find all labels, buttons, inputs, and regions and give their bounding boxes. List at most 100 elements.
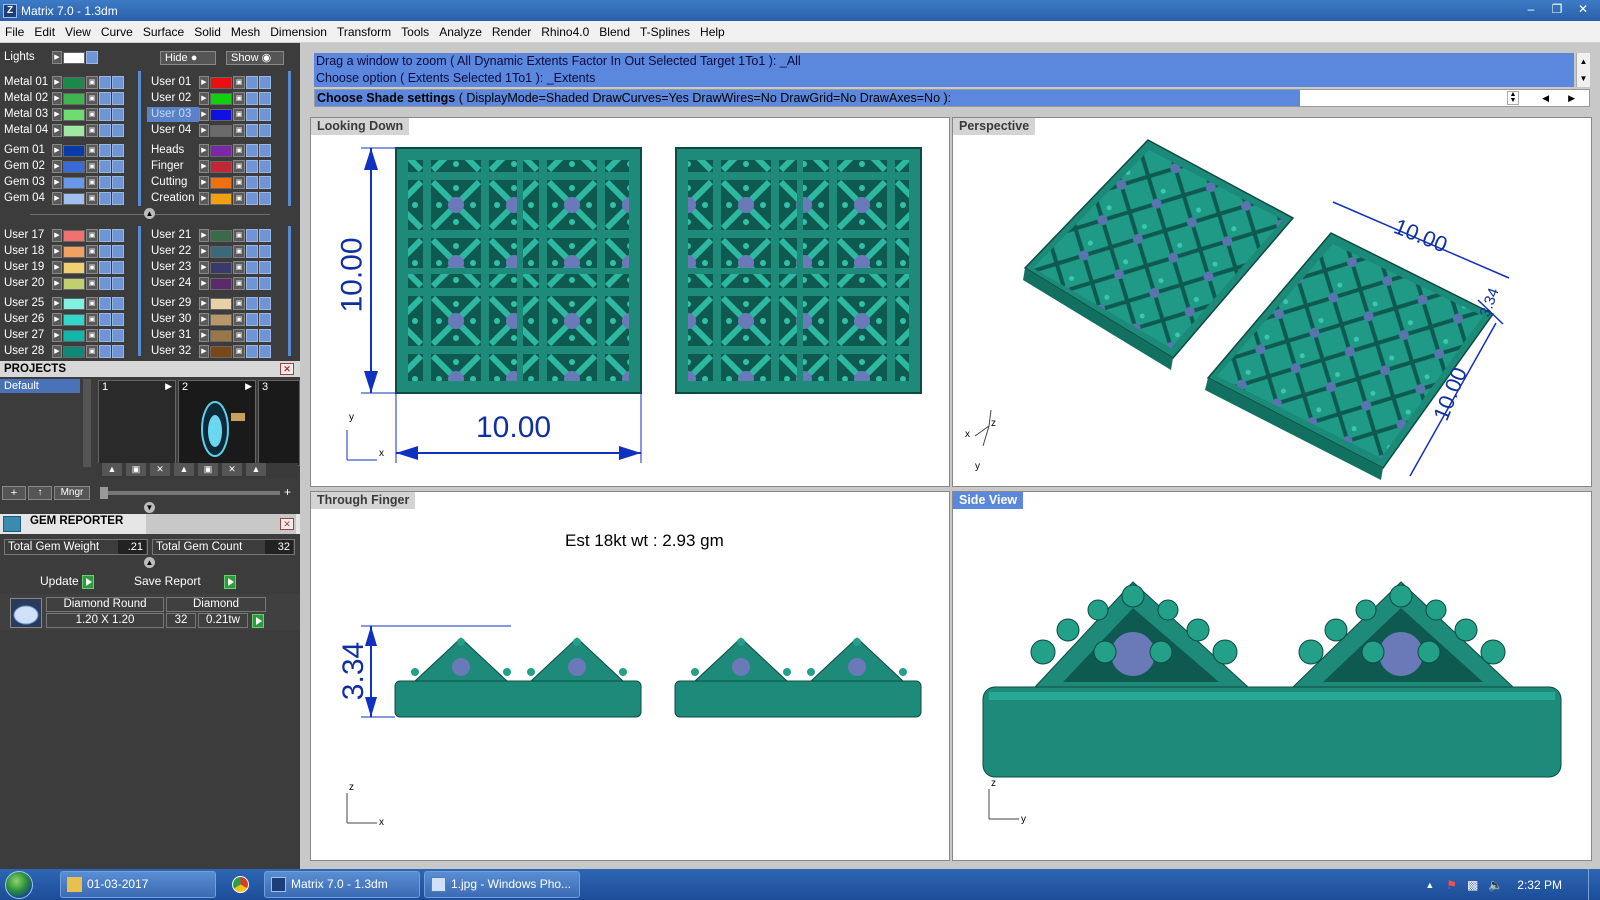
layer-lock-icon[interactable]: ▣	[86, 261, 98, 274]
menu-analyze[interactable]: Analyze	[434, 25, 487, 39]
layer-arrow-icon[interactable]: ▶	[199, 92, 209, 105]
layer-render-icon[interactable]	[259, 261, 271, 274]
layer-row-user-26[interactable]: User 26 ▶ ▣	[0, 312, 125, 327]
layer-row-metal-04[interactable]: Metal 04 ▶ ▣	[0, 123, 125, 138]
taskbar-item-matrix[interactable]: Matrix 7.0 - 1.3dm	[264, 871, 420, 898]
layer-arrow-icon[interactable]: ▶	[52, 76, 62, 89]
layer-row-user-27[interactable]: User 27 ▶ ▣	[0, 328, 125, 343]
collapse-projects-icon[interactable]: ▼	[144, 502, 155, 513]
layer-lock-icon[interactable]: ▣	[86, 229, 98, 242]
layer-row-user-04[interactable]: User 04 ▶ ▣	[147, 123, 272, 138]
layer-render-icon[interactable]	[112, 176, 124, 189]
layer-visibility-icon[interactable]	[99, 277, 111, 290]
layer-name[interactable]: Gem 03	[0, 175, 52, 190]
layer-name[interactable]: User 31	[147, 328, 199, 343]
layer-row-user-24[interactable]: User 24 ▶ ▣	[147, 276, 272, 291]
layer-render-icon[interactable]	[112, 277, 124, 290]
layer-render-icon[interactable]	[112, 108, 124, 121]
layer-color-swatch[interactable]	[63, 261, 85, 274]
minimize-button[interactable]: –	[1518, 0, 1544, 18]
layer-arrow-icon[interactable]: ▶	[52, 144, 62, 157]
layer-arrow-icon[interactable]: ▶	[199, 297, 209, 310]
slot2-save-icon[interactable]: ▣	[198, 463, 218, 476]
layer-arrow-icon[interactable]: ▶	[199, 108, 209, 121]
layer-row-user-21[interactable]: User 21 ▶ ▣	[147, 228, 272, 243]
layer-visibility-icon[interactable]	[246, 277, 258, 290]
layer-lock-icon[interactable]: ▣	[233, 261, 245, 274]
layer-name[interactable]: Gem 01	[0, 143, 52, 158]
layer-arrow-icon[interactable]: ▶	[52, 313, 62, 326]
layer-color-swatch[interactable]	[210, 160, 232, 173]
menu-tools[interactable]: Tools	[396, 25, 434, 39]
layer-render-icon[interactable]	[259, 76, 271, 89]
layer-arrow-icon[interactable]: ▶	[52, 261, 62, 274]
layer-name[interactable]: User 01	[147, 75, 199, 90]
layer-visibility-icon[interactable]	[99, 297, 111, 310]
layer-color-swatch[interactable]	[63, 277, 85, 290]
layer-row-user-25[interactable]: User 25 ▶ ▣	[0, 296, 125, 311]
layer-arrow-icon[interactable]: ▶	[199, 313, 209, 326]
network-icon[interactable]: ▩	[1467, 878, 1478, 892]
layer-lock-icon[interactable]: ▣	[86, 144, 98, 157]
layer-color-swatch[interactable]	[210, 76, 232, 89]
action-center-icon[interactable]: ⚑	[1446, 878, 1457, 892]
layer-visibility-icon[interactable]	[99, 245, 111, 258]
layer-visibility-icon[interactable]	[99, 108, 111, 121]
layer-color-swatch[interactable]	[210, 261, 232, 274]
layer-render-icon[interactable]	[259, 297, 271, 310]
layer-scroll-left-2[interactable]	[138, 226, 141, 356]
projects-slider-handle[interactable]	[100, 487, 108, 499]
layer-row-user-19[interactable]: User 19 ▶ ▣	[0, 260, 125, 275]
taskbar-chrome[interactable]	[220, 871, 260, 898]
layer-name[interactable]: Creation	[147, 191, 199, 206]
layer-visibility-icon[interactable]	[99, 124, 111, 137]
layer-visibility-icon[interactable]	[246, 144, 258, 157]
show-desktop-button[interactable]	[1588, 869, 1600, 900]
collapse-toggle-icon[interactable]: ▲	[144, 208, 155, 219]
layer-name[interactable]: User 21	[147, 228, 199, 243]
menu-mesh[interactable]: Mesh	[226, 25, 265, 39]
layer-arrow-icon[interactable]: ▶	[52, 160, 62, 173]
layer-color-swatch[interactable]	[63, 92, 85, 105]
layer-row-user-02[interactable]: User 02 ▶ ▣	[147, 91, 272, 106]
layer-visibility-icon[interactable]	[99, 160, 111, 173]
layer-color-swatch[interactable]	[210, 245, 232, 258]
layer-name[interactable]: User 02	[147, 91, 199, 106]
layer-name[interactable]: User 30	[147, 312, 199, 327]
layer-render-icon[interactable]	[259, 229, 271, 242]
layer-render-icon[interactable]	[112, 261, 124, 274]
layer-color-swatch[interactable]	[63, 297, 85, 310]
project-up-icon[interactable]: ↑	[28, 486, 52, 500]
layer-name[interactable]: User 22	[147, 244, 199, 259]
layer-name[interactable]: Metal 04	[0, 123, 52, 138]
layer-visibility-icon[interactable]	[99, 176, 111, 189]
layer-render-icon[interactable]	[259, 144, 271, 157]
save-report-button[interactable]: Save Report	[134, 573, 258, 590]
layer-lock-icon[interactable]: ▣	[233, 313, 245, 326]
clock[interactable]: 2:32 PM	[1517, 878, 1562, 892]
layer-arrow-icon[interactable]: ▶	[52, 124, 62, 137]
layer-scroll-left[interactable]	[138, 71, 141, 206]
layer-lock-icon[interactable]: ▣	[233, 192, 245, 205]
layer-color-swatch[interactable]	[210, 345, 232, 358]
layer-arrow-icon[interactable]: ▶	[52, 192, 62, 205]
layer-row-user-28[interactable]: User 28 ▶ ▣	[0, 344, 125, 359]
project-slot-1[interactable]: 1 ▶	[98, 380, 176, 466]
layer-lock-icon[interactable]: ▣	[86, 297, 98, 310]
layer-name[interactable]: User 26	[0, 312, 52, 327]
layer-visibility-icon[interactable]	[99, 144, 111, 157]
layer-lock-icon[interactable]: ▣	[233, 329, 245, 342]
layer-arrow-icon[interactable]: ▶	[199, 261, 209, 274]
layer-render-icon[interactable]	[112, 297, 124, 310]
layer-arrow-icon[interactable]: ▶	[199, 329, 209, 342]
layer-lock-icon[interactable]: ▣	[233, 160, 245, 173]
layer-color-swatch[interactable]	[210, 313, 232, 326]
restore-button[interactable]: ❐	[1544, 0, 1570, 18]
layer-row-user-30[interactable]: User 30 ▶ ▣	[147, 312, 272, 327]
lights-arrow-icon[interactable]: ▶	[52, 51, 62, 64]
layer-color-swatch[interactable]	[210, 92, 232, 105]
gem-reporter-close-icon[interactable]: ✕	[280, 518, 294, 530]
layer-color-swatch[interactable]	[63, 345, 85, 358]
layer-scroll-right-2[interactable]	[288, 226, 291, 356]
menu-render[interactable]: Render	[487, 25, 536, 39]
